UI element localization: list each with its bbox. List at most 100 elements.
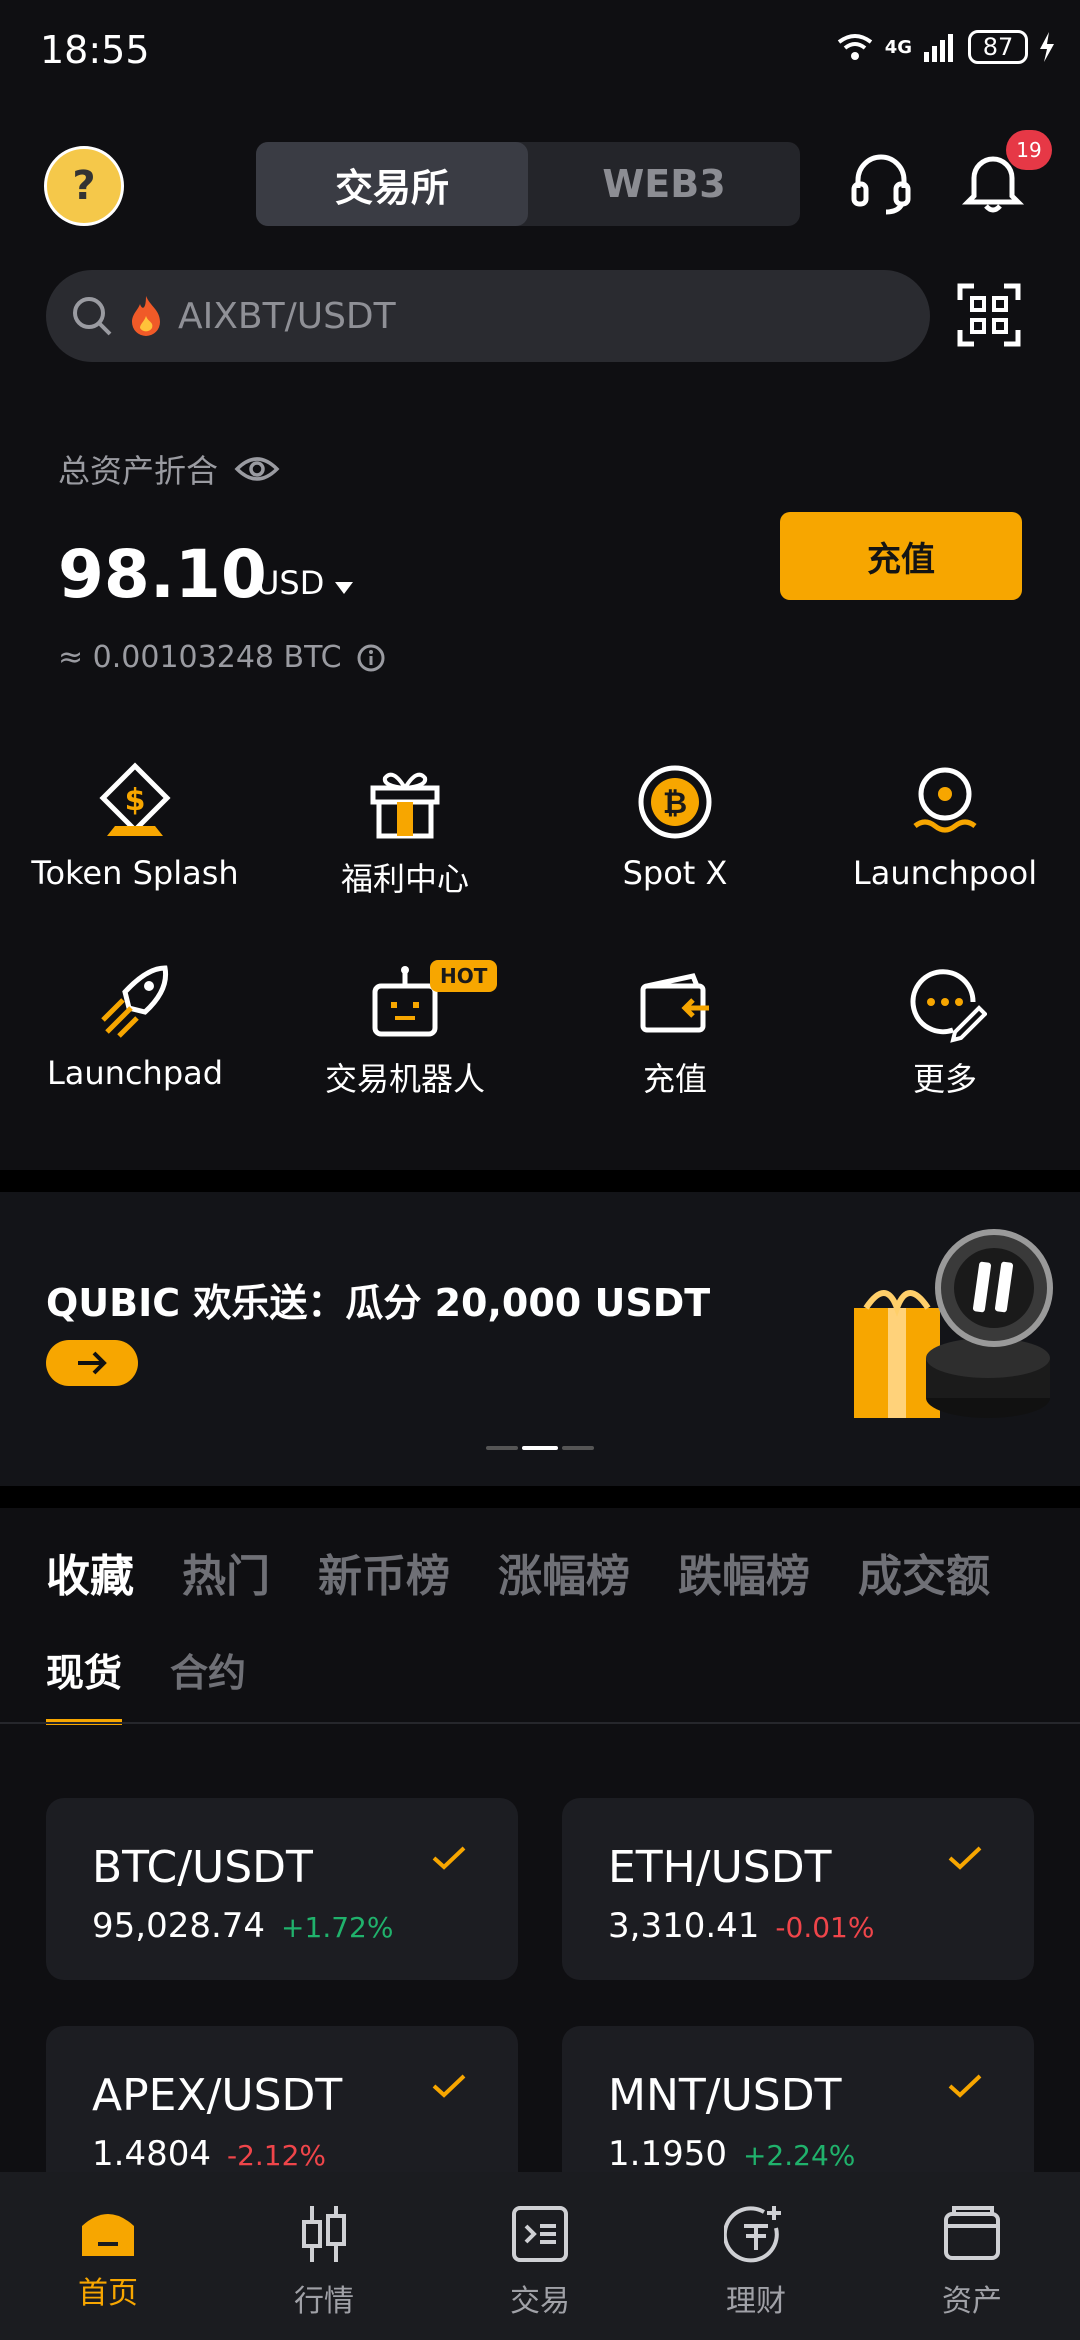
signal-icon bbox=[924, 34, 953, 62]
nav-markets[interactable]: 行情 bbox=[216, 2172, 432, 2340]
bitcoin-icon: ₿ bbox=[638, 765, 712, 839]
tab-gainers[interactable]: 涨幅榜 bbox=[498, 1540, 630, 1604]
carousel-dot bbox=[562, 1446, 594, 1450]
shortcut-label: 更多 bbox=[912, 1060, 977, 1098]
charging-icon bbox=[1040, 32, 1054, 62]
hot-tag: HOT bbox=[430, 960, 498, 992]
arrow-right-icon bbox=[78, 1351, 107, 1375]
gift-icon bbox=[370, 772, 440, 839]
carousel-dot-active bbox=[522, 1446, 558, 1450]
total-assets-title: 总资产折合 bbox=[58, 452, 219, 490]
tab-hot[interactable]: 热门 bbox=[182, 1540, 270, 1604]
tab-web3[interactable]: WEB3 bbox=[528, 142, 800, 226]
avatar[interactable]: ? bbox=[44, 146, 124, 226]
notification-badge: 19 bbox=[1006, 130, 1052, 170]
tab-new-listings[interactable]: 新币榜 bbox=[318, 1540, 450, 1604]
shortcut-trading-bot[interactable]: HOT 交易机器人 bbox=[270, 960, 540, 1100]
launchpool-icon bbox=[913, 767, 977, 833]
banner-title: QUBIC 欢乐送：瓜分 20,000 USDT bbox=[46, 1281, 711, 1325]
earn-icon bbox=[724, 2206, 781, 2263]
shortcut-label: Token Splash bbox=[31, 854, 239, 892]
top-bar: ? 交易所 WEB3 19 bbox=[0, 130, 1080, 240]
shortcut-spot-x[interactable]: ₿ Spot X bbox=[540, 760, 810, 892]
info-icon[interactable] bbox=[356, 643, 386, 673]
card-price: 1.1950 bbox=[608, 2134, 727, 2174]
shortcut-label: Spot X bbox=[622, 854, 728, 892]
card-price: 95,028.74 bbox=[92, 1906, 266, 1946]
wallet-deposit-icon bbox=[640, 973, 709, 1033]
trade-icon bbox=[512, 2206, 568, 2262]
check-icon[interactable] bbox=[432, 2074, 466, 2098]
search-icon bbox=[73, 297, 112, 336]
promo-banner[interactable]: QUBIC 欢乐送：瓜分 20,000 USDT bbox=[0, 1192, 1080, 1486]
shortcut-deposit[interactable]: 充值 bbox=[540, 960, 810, 1100]
shortcut-launchpool[interactable]: Launchpool bbox=[810, 760, 1080, 892]
favorite-card-eth[interactable]: ETH/USDT 3,310.41 -0.01% bbox=[562, 1798, 1034, 1980]
card-pair: MNT/USDT bbox=[608, 2070, 842, 2121]
eye-icon[interactable] bbox=[234, 454, 280, 484]
gift-coin-illustration bbox=[854, 1229, 1053, 1418]
btc-equivalent-value: ≈ 0.00103248 BTC bbox=[58, 640, 342, 675]
status-bar: 18:55 4G 87 bbox=[0, 0, 1080, 100]
search-bar[interactable]: AIXBT/USDT bbox=[46, 270, 930, 362]
check-icon[interactable] bbox=[432, 1846, 466, 1870]
currency-selector[interactable]: USD bbox=[256, 564, 353, 602]
search-input: AIXBT/USDT bbox=[178, 295, 396, 337]
shortcut-token-splash[interactable]: $ Token Splash bbox=[0, 760, 270, 892]
tab-contract[interactable]: 合约 bbox=[170, 1642, 246, 1725]
nav-label: 资产 bbox=[942, 2284, 1002, 2319]
nav-earn[interactable]: 理财 bbox=[648, 2172, 864, 2340]
nav-label: 交易 bbox=[510, 2284, 570, 2319]
card-price: 1.4804 bbox=[92, 2134, 211, 2174]
shortcut-welfare-center[interactable]: 福利中心 bbox=[270, 760, 540, 900]
shortcut-label: Launchpad bbox=[46, 1054, 224, 1092]
btc-equivalent: ≈ 0.00103248 BTC bbox=[58, 640, 386, 675]
total-assets-label: 总资产折合 bbox=[58, 446, 280, 492]
deposit-button[interactable]: 充值 bbox=[780, 512, 1022, 600]
shortcut-launchpad[interactable]: Launchpad bbox=[0, 960, 270, 1092]
card-pair: ETH/USDT bbox=[608, 1842, 832, 1893]
scan-icon[interactable] bbox=[956, 282, 1022, 348]
nav-label: 首页 bbox=[78, 2276, 138, 2311]
shortcut-label: 福利中心 bbox=[340, 860, 469, 898]
card-price-row: 1.4804 -2.12% bbox=[92, 2134, 326, 2174]
shortcut-label: 交易机器人 bbox=[324, 1060, 485, 1098]
check-icon[interactable] bbox=[948, 1846, 982, 1870]
tab-spot[interactable]: 现货 bbox=[46, 1642, 123, 1725]
favorite-card-btc[interactable]: BTC/USDT 95,028.74 +1.72% bbox=[46, 1798, 518, 1980]
home-icon bbox=[82, 2214, 134, 2256]
tab-exchange[interactable]: 交易所 bbox=[256, 142, 528, 226]
card-price: 3,310.41 bbox=[608, 1906, 760, 1946]
wifi-icon bbox=[837, 34, 872, 60]
card-price-row: 1.1950 +2.24% bbox=[608, 2134, 855, 2174]
check-icon[interactable] bbox=[948, 2074, 982, 2098]
carousel-dots bbox=[486, 1446, 594, 1450]
card-price-row: 95,028.74 +1.72% bbox=[92, 1906, 393, 1946]
market-sub-tabs: 现货 合约 bbox=[46, 1642, 246, 1725]
card-price-row: 3,310.41 -0.01% bbox=[608, 1906, 874, 1946]
tab-favorites[interactable]: 收藏 bbox=[46, 1540, 134, 1604]
section-divider bbox=[0, 1170, 1080, 1192]
shortcut-label: 充值 bbox=[642, 1060, 707, 1098]
caret-down-icon bbox=[334, 582, 353, 594]
card-change: +2.24% bbox=[742, 2139, 856, 2172]
svg-text:₿: ₿ bbox=[663, 786, 687, 821]
shortcut-more[interactable]: 更多 bbox=[810, 960, 1080, 1100]
shortcut-grid: $ Token Splash 福利中心 ₿ Spot X Launchpool … bbox=[0, 760, 1080, 1120]
nav-assets[interactable]: 资产 bbox=[864, 2172, 1080, 2340]
carousel-dot bbox=[486, 1446, 518, 1450]
tab-volume[interactable]: 成交额 bbox=[858, 1540, 990, 1604]
tab-losers[interactable]: 跌幅榜 bbox=[678, 1540, 810, 1604]
headset-icon[interactable] bbox=[846, 148, 916, 218]
network-type: 4G bbox=[884, 36, 912, 58]
banner-arrow-button[interactable] bbox=[46, 1340, 138, 1386]
card-change: -2.12% bbox=[226, 2139, 327, 2172]
nav-label: 理财 bbox=[726, 2284, 786, 2319]
battery-indicator: 87 bbox=[968, 30, 1028, 64]
market-tabs: 收藏 热门 新币榜 涨幅榜 跌幅榜 成交额 bbox=[46, 1540, 990, 1604]
nav-home[interactable]: 首页 bbox=[0, 2172, 216, 2340]
token-splash-icon: $ bbox=[99, 762, 171, 836]
card-pair: BTC/USDT bbox=[92, 1842, 313, 1893]
total-assets-value: 98.10 bbox=[58, 536, 267, 613]
nav-trade[interactable]: 交易 bbox=[432, 2172, 648, 2340]
